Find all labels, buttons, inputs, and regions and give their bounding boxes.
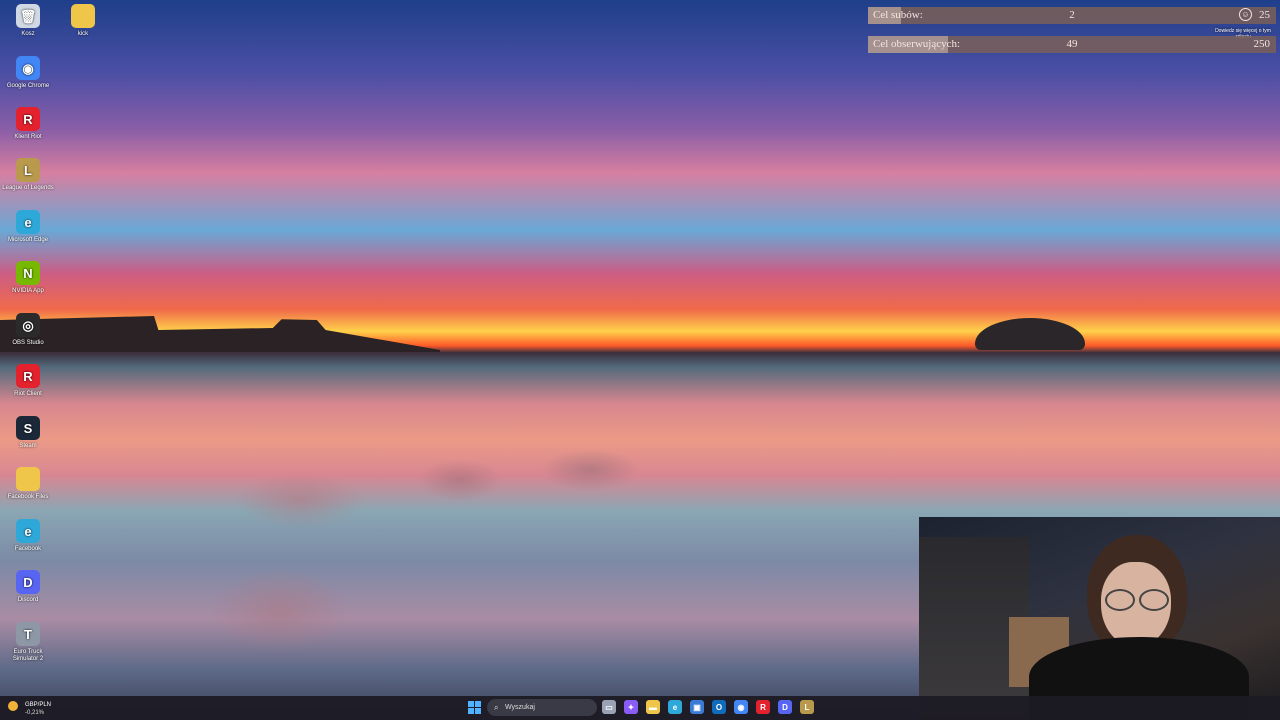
followers-goal-label: Cel obserwujących: bbox=[873, 38, 961, 50]
recycle-bin-icon: 🗑 bbox=[16, 4, 40, 28]
file-explorer-icon[interactable]: ▬ bbox=[646, 700, 660, 714]
nvidia-icon: N bbox=[16, 261, 40, 285]
steam-icon: S bbox=[16, 416, 40, 440]
desktop-icon-label: Klient Riot bbox=[14, 134, 42, 140]
desktop-icon-label: kick bbox=[77, 31, 89, 37]
desktop-icon-nvidia-app[interactable]: N NVIDIA App bbox=[0, 261, 56, 295]
desktop-icon-microsoft-edge[interactable]: e Microsoft Edge bbox=[0, 210, 56, 244]
task-view-icon[interactable]: ▭ bbox=[602, 700, 616, 714]
subs-goal-target: 25 bbox=[1259, 9, 1270, 21]
desktop-icon-kick[interactable]: kick bbox=[55, 4, 111, 38]
desktop-icon-label: League of Legends bbox=[2, 185, 54, 191]
copilot-icon[interactable]: ✦ bbox=[624, 700, 638, 714]
webcam-overlay bbox=[919, 517, 1280, 720]
microsoft-store-icon[interactable]: ▣ bbox=[690, 700, 704, 714]
desktop: { "desktop": { "icons": [ {"label": "Kos… bbox=[0, 0, 1280, 720]
desktop-icon-league-of-legends[interactable]: L League of Legends bbox=[0, 158, 56, 192]
taskbar: GBP/PLN -0,21% ⌕ Wyszukaj ▭ ✦ ▬ e ▣ O ◉ R D L bbox=[0, 696, 1280, 720]
edge-icon: e bbox=[16, 210, 40, 234]
outlook-icon[interactable]: O bbox=[712, 700, 726, 714]
league-of-legends-icon[interactable]: L bbox=[800, 700, 814, 714]
desktop-icon-label: Facebook bbox=[14, 546, 42, 552]
desktop-icon-google-chrome[interactable]: ◉ Google Chrome bbox=[0, 56, 56, 90]
subs-goal-bar: Cel subów: 2 ☺ 25 bbox=[868, 7, 1276, 24]
streamer-glasses bbox=[1103, 589, 1169, 611]
subscriber-icon: ☺ bbox=[1239, 8, 1252, 21]
desktop-icon-label: Riot Client bbox=[14, 391, 42, 397]
desktop-icon-facebook[interactable]: e Facebook bbox=[0, 519, 56, 553]
followers-goal-bar: Cel obserwujących: 49 250 bbox=[868, 36, 1276, 53]
desktop-icon-label: Google Chrome bbox=[6, 83, 50, 89]
desktop-icon-label: OBS Studio bbox=[12, 340, 44, 346]
wallpaper-island bbox=[975, 318, 1085, 350]
edge-icon: e bbox=[16, 519, 40, 543]
league-of-legends-icon: L bbox=[16, 158, 40, 182]
desktop-icon-obs-studio[interactable]: ◎ OBS Studio bbox=[0, 313, 56, 347]
desktop-icon-discord[interactable]: D Discord bbox=[0, 570, 56, 604]
ticker-title: GBP/PLN bbox=[25, 702, 52, 708]
discord-icon: D bbox=[16, 570, 40, 594]
desktop-icon-label: Kosz bbox=[21, 31, 35, 37]
start-button[interactable] bbox=[468, 701, 481, 714]
folder-icon bbox=[71, 4, 95, 28]
riot-client-icon[interactable]: R bbox=[756, 700, 770, 714]
wallpaper-coastline bbox=[0, 316, 440, 352]
desktop-icon-label: Facebook Files bbox=[7, 494, 49, 500]
desktop-icon-label: Steam bbox=[19, 443, 37, 449]
followers-goal-current: 49 bbox=[1066, 38, 1078, 50]
search-input[interactable]: ⌕ Wyszukaj bbox=[487, 699, 597, 716]
subs-goal-label: Cel subów: bbox=[873, 9, 923, 21]
desktop-icon-label: NVIDIA App bbox=[12, 288, 44, 294]
discord-icon[interactable]: D bbox=[778, 700, 792, 714]
euro-truck-icon: T bbox=[16, 622, 40, 646]
desktop-icon-steam[interactable]: S Steam bbox=[0, 416, 56, 450]
folder-icon bbox=[16, 467, 40, 491]
desktop-icon-euro-truck-simulator-2[interactable]: T Euro Truck Simulator 2 bbox=[0, 622, 56, 663]
riot-client-icon: R bbox=[16, 364, 40, 388]
edge-icon[interactable]: e bbox=[668, 700, 682, 714]
desktop-icon-label: Euro Truck Simulator 2 bbox=[12, 649, 44, 662]
ticker-icon bbox=[8, 701, 18, 711]
wallpaper-sand bbox=[200, 420, 1000, 660]
chrome-icon[interactable]: ◉ bbox=[734, 700, 748, 714]
chrome-icon: ◉ bbox=[16, 56, 40, 80]
followers-goal-target: 250 bbox=[1253, 38, 1271, 50]
desktop-icon-facebook-files[interactable]: Facebook Files bbox=[0, 467, 56, 501]
search-icon: ⌕ bbox=[494, 703, 499, 712]
desktop-icon-label: Microsoft Edge bbox=[7, 237, 49, 243]
search-placeholder: Wyszukaj bbox=[505, 704, 535, 711]
subs-goal-current: 2 bbox=[1069, 9, 1075, 21]
desktop-icon-klient-riot[interactable]: R Klient Riot bbox=[0, 107, 56, 141]
riot-client-icon: R bbox=[16, 107, 40, 131]
ticker-change: -0,21% bbox=[25, 710, 45, 716]
desktop-icon-kosz[interactable]: 🗑 Kosz bbox=[0, 4, 56, 38]
obs-icon: ◎ bbox=[16, 313, 40, 337]
desktop-icon-riot-client[interactable]: R Riot Client bbox=[0, 364, 56, 398]
desktop-icon-label: Discord bbox=[17, 597, 39, 603]
